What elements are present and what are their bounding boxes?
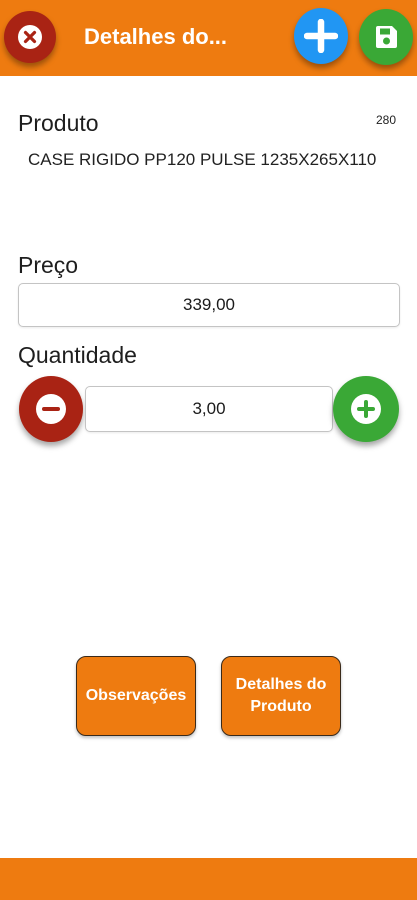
price-label: Preço — [18, 252, 79, 278]
save-button[interactable] — [359, 9, 413, 65]
product-name: CASE RIGIDO PP120 PULSE 1235X265X110 — [28, 150, 377, 169]
add-button[interactable] — [294, 8, 348, 64]
quantity-label: Quantidade — [18, 342, 137, 368]
product-details-label: Detalhes do Produto — [235, 676, 327, 715]
price-input[interactable]: 339,00 — [18, 283, 400, 327]
observations-label: Observações — [85, 687, 187, 705]
product-label: Produto — [18, 110, 99, 136]
product-details-button[interactable]: Detalhes do Produto — [221, 656, 341, 736]
app-footer — [0, 858, 417, 900]
plus-icon — [350, 393, 382, 425]
increase-quantity-button[interactable] — [333, 376, 399, 442]
observations-button[interactable]: Observações — [76, 656, 196, 736]
close-button[interactable] — [4, 11, 56, 63]
save-icon — [373, 24, 399, 50]
app-header: Detalhes do... — [0, 0, 417, 76]
decrease-quantity-button[interactable] — [19, 376, 83, 442]
product-code: 280 — [376, 113, 397, 127]
quantity-input[interactable]: 3,00 — [85, 386, 333, 432]
page-title: Detalhes do... — [84, 24, 228, 49]
plus-icon — [304, 19, 338, 53]
close-icon — [17, 24, 43, 50]
minus-icon — [35, 393, 67, 425]
